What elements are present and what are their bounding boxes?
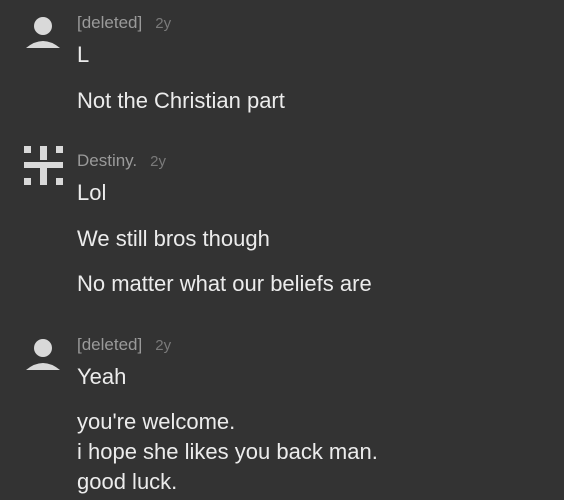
comment-age: 2y xyxy=(155,337,172,354)
comment: [deleted] 2y Yeah you're welcome. i hope … xyxy=(0,0,564,500)
comment-paragraph: good luck. xyxy=(77,469,178,494)
comment-paragraph: i hope she likes you back man. xyxy=(77,439,378,464)
comment-author[interactable]: [deleted] xyxy=(77,335,142,354)
comment-paragraph: you're welcome. xyxy=(77,409,236,434)
default-user-icon[interactable] xyxy=(24,334,64,374)
comment-paragraph: Yeah xyxy=(77,364,127,389)
comment-meta: [deleted] 2y xyxy=(77,335,171,355)
